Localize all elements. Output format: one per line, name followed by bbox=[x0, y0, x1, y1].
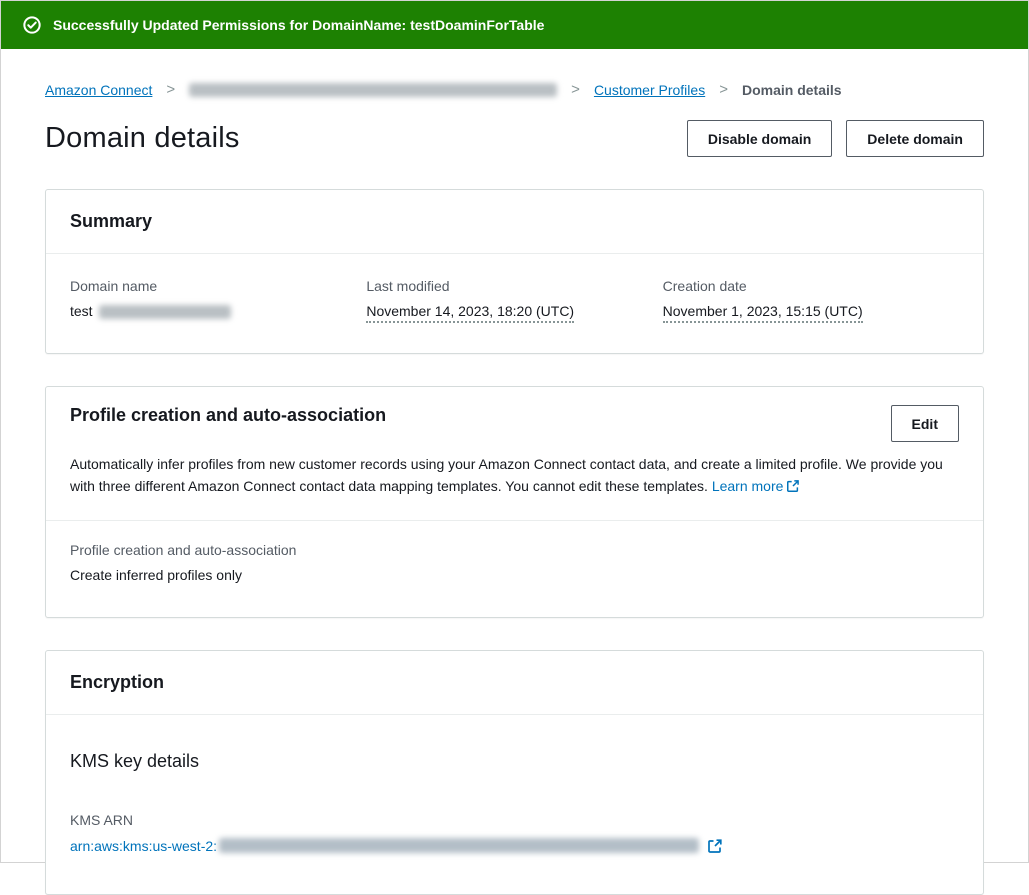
profile-creation-description: Automatically infer profiles from new cu… bbox=[70, 454, 959, 497]
field-label: Profile creation and auto-association bbox=[70, 542, 959, 558]
summary-field-creation-date: Creation date November 1, 2023, 15:15 (U… bbox=[663, 278, 959, 319]
encryption-title: Encryption bbox=[70, 672, 959, 693]
breadcrumb-separator: > bbox=[719, 81, 728, 98]
profile-creation-title-row: Profile creation and auto-association Ed… bbox=[70, 405, 959, 442]
check-circle-icon bbox=[23, 16, 41, 34]
profile-creation-field: Profile creation and auto-association Cr… bbox=[46, 520, 983, 617]
kms-arn-label: KMS ARN bbox=[70, 812, 959, 828]
breadcrumb-customer-profiles[interactable]: Customer Profiles bbox=[594, 82, 705, 98]
field-label: Creation date bbox=[663, 278, 959, 294]
profile-creation-header: Profile creation and auto-association Ed… bbox=[46, 387, 983, 519]
field-label: Domain name bbox=[70, 278, 366, 294]
header-actions: Disable domain Delete domain bbox=[687, 120, 984, 157]
profile-creation-title: Profile creation and auto-association bbox=[70, 405, 386, 426]
edit-button[interactable]: Edit bbox=[891, 405, 959, 442]
learn-more-link[interactable]: Learn more bbox=[712, 478, 801, 494]
breadcrumb-separator: > bbox=[166, 81, 175, 98]
success-banner: Successfully Updated Permissions for Dom… bbox=[1, 1, 1028, 49]
encryption-card: Encryption KMS key details KMS ARN arn:a… bbox=[45, 650, 984, 895]
domain-name-redacted bbox=[99, 305, 231, 319]
external-link-icon[interactable] bbox=[707, 838, 723, 854]
breadcrumb-current-page: Domain details bbox=[742, 82, 842, 98]
breadcrumb-redacted-item bbox=[189, 83, 557, 97]
disable-domain-button[interactable]: Disable domain bbox=[687, 120, 832, 157]
creation-date-value[interactable]: November 1, 2023, 15:15 (UTC) bbox=[663, 303, 863, 323]
domain-name-value: test bbox=[70, 303, 93, 319]
kms-key-details-heading: KMS key details bbox=[70, 751, 959, 772]
banner-message: Successfully Updated Permissions for Dom… bbox=[53, 17, 544, 33]
kms-arn-row: arn:aws:kms:us-west-2: bbox=[70, 838, 959, 854]
field-value: test bbox=[70, 303, 366, 319]
field-value: November 14, 2023, 18:20 (UTC) bbox=[366, 303, 662, 319]
profile-creation-card: Profile creation and auto-association Ed… bbox=[45, 386, 984, 617]
kms-arn-redacted bbox=[219, 838, 699, 853]
summary-field-last-modified: Last modified November 14, 2023, 18:20 (… bbox=[366, 278, 662, 319]
breadcrumb-separator: > bbox=[571, 81, 580, 98]
summary-card: Summary Domain name test Last modified N… bbox=[45, 189, 984, 354]
breadcrumb: Amazon Connect > > Customer Profiles > D… bbox=[45, 81, 984, 98]
page: Successfully Updated Permissions for Dom… bbox=[0, 0, 1029, 863]
summary-fields: Domain name test Last modified November … bbox=[46, 254, 983, 353]
external-link-icon bbox=[786, 479, 800, 493]
page-header: Domain details Disable domain Delete dom… bbox=[45, 120, 984, 157]
breadcrumb-amazon-connect[interactable]: Amazon Connect bbox=[45, 82, 152, 98]
encryption-body: KMS key details KMS ARN arn:aws:kms:us-w… bbox=[46, 715, 983, 894]
field-value: November 1, 2023, 15:15 (UTC) bbox=[663, 303, 959, 319]
learn-more-label: Learn more bbox=[712, 478, 784, 494]
field-label: Last modified bbox=[366, 278, 662, 294]
encryption-card-header: Encryption bbox=[46, 651, 983, 715]
delete-domain-button[interactable]: Delete domain bbox=[846, 120, 984, 157]
kms-arn-link[interactable]: arn:aws:kms:us-west-2: bbox=[70, 838, 217, 854]
profile-creation-mode-value: Create inferred profiles only bbox=[70, 567, 959, 583]
main-content: Amazon Connect > > Customer Profiles > D… bbox=[1, 81, 1028, 895]
summary-card-header: Summary bbox=[46, 190, 983, 254]
page-title: Domain details bbox=[45, 122, 240, 155]
description-text: Automatically infer profiles from new cu… bbox=[70, 456, 943, 494]
summary-field-domain-name: Domain name test bbox=[70, 278, 366, 319]
summary-title: Summary bbox=[70, 211, 959, 232]
last-modified-value[interactable]: November 14, 2023, 18:20 (UTC) bbox=[366, 303, 574, 323]
